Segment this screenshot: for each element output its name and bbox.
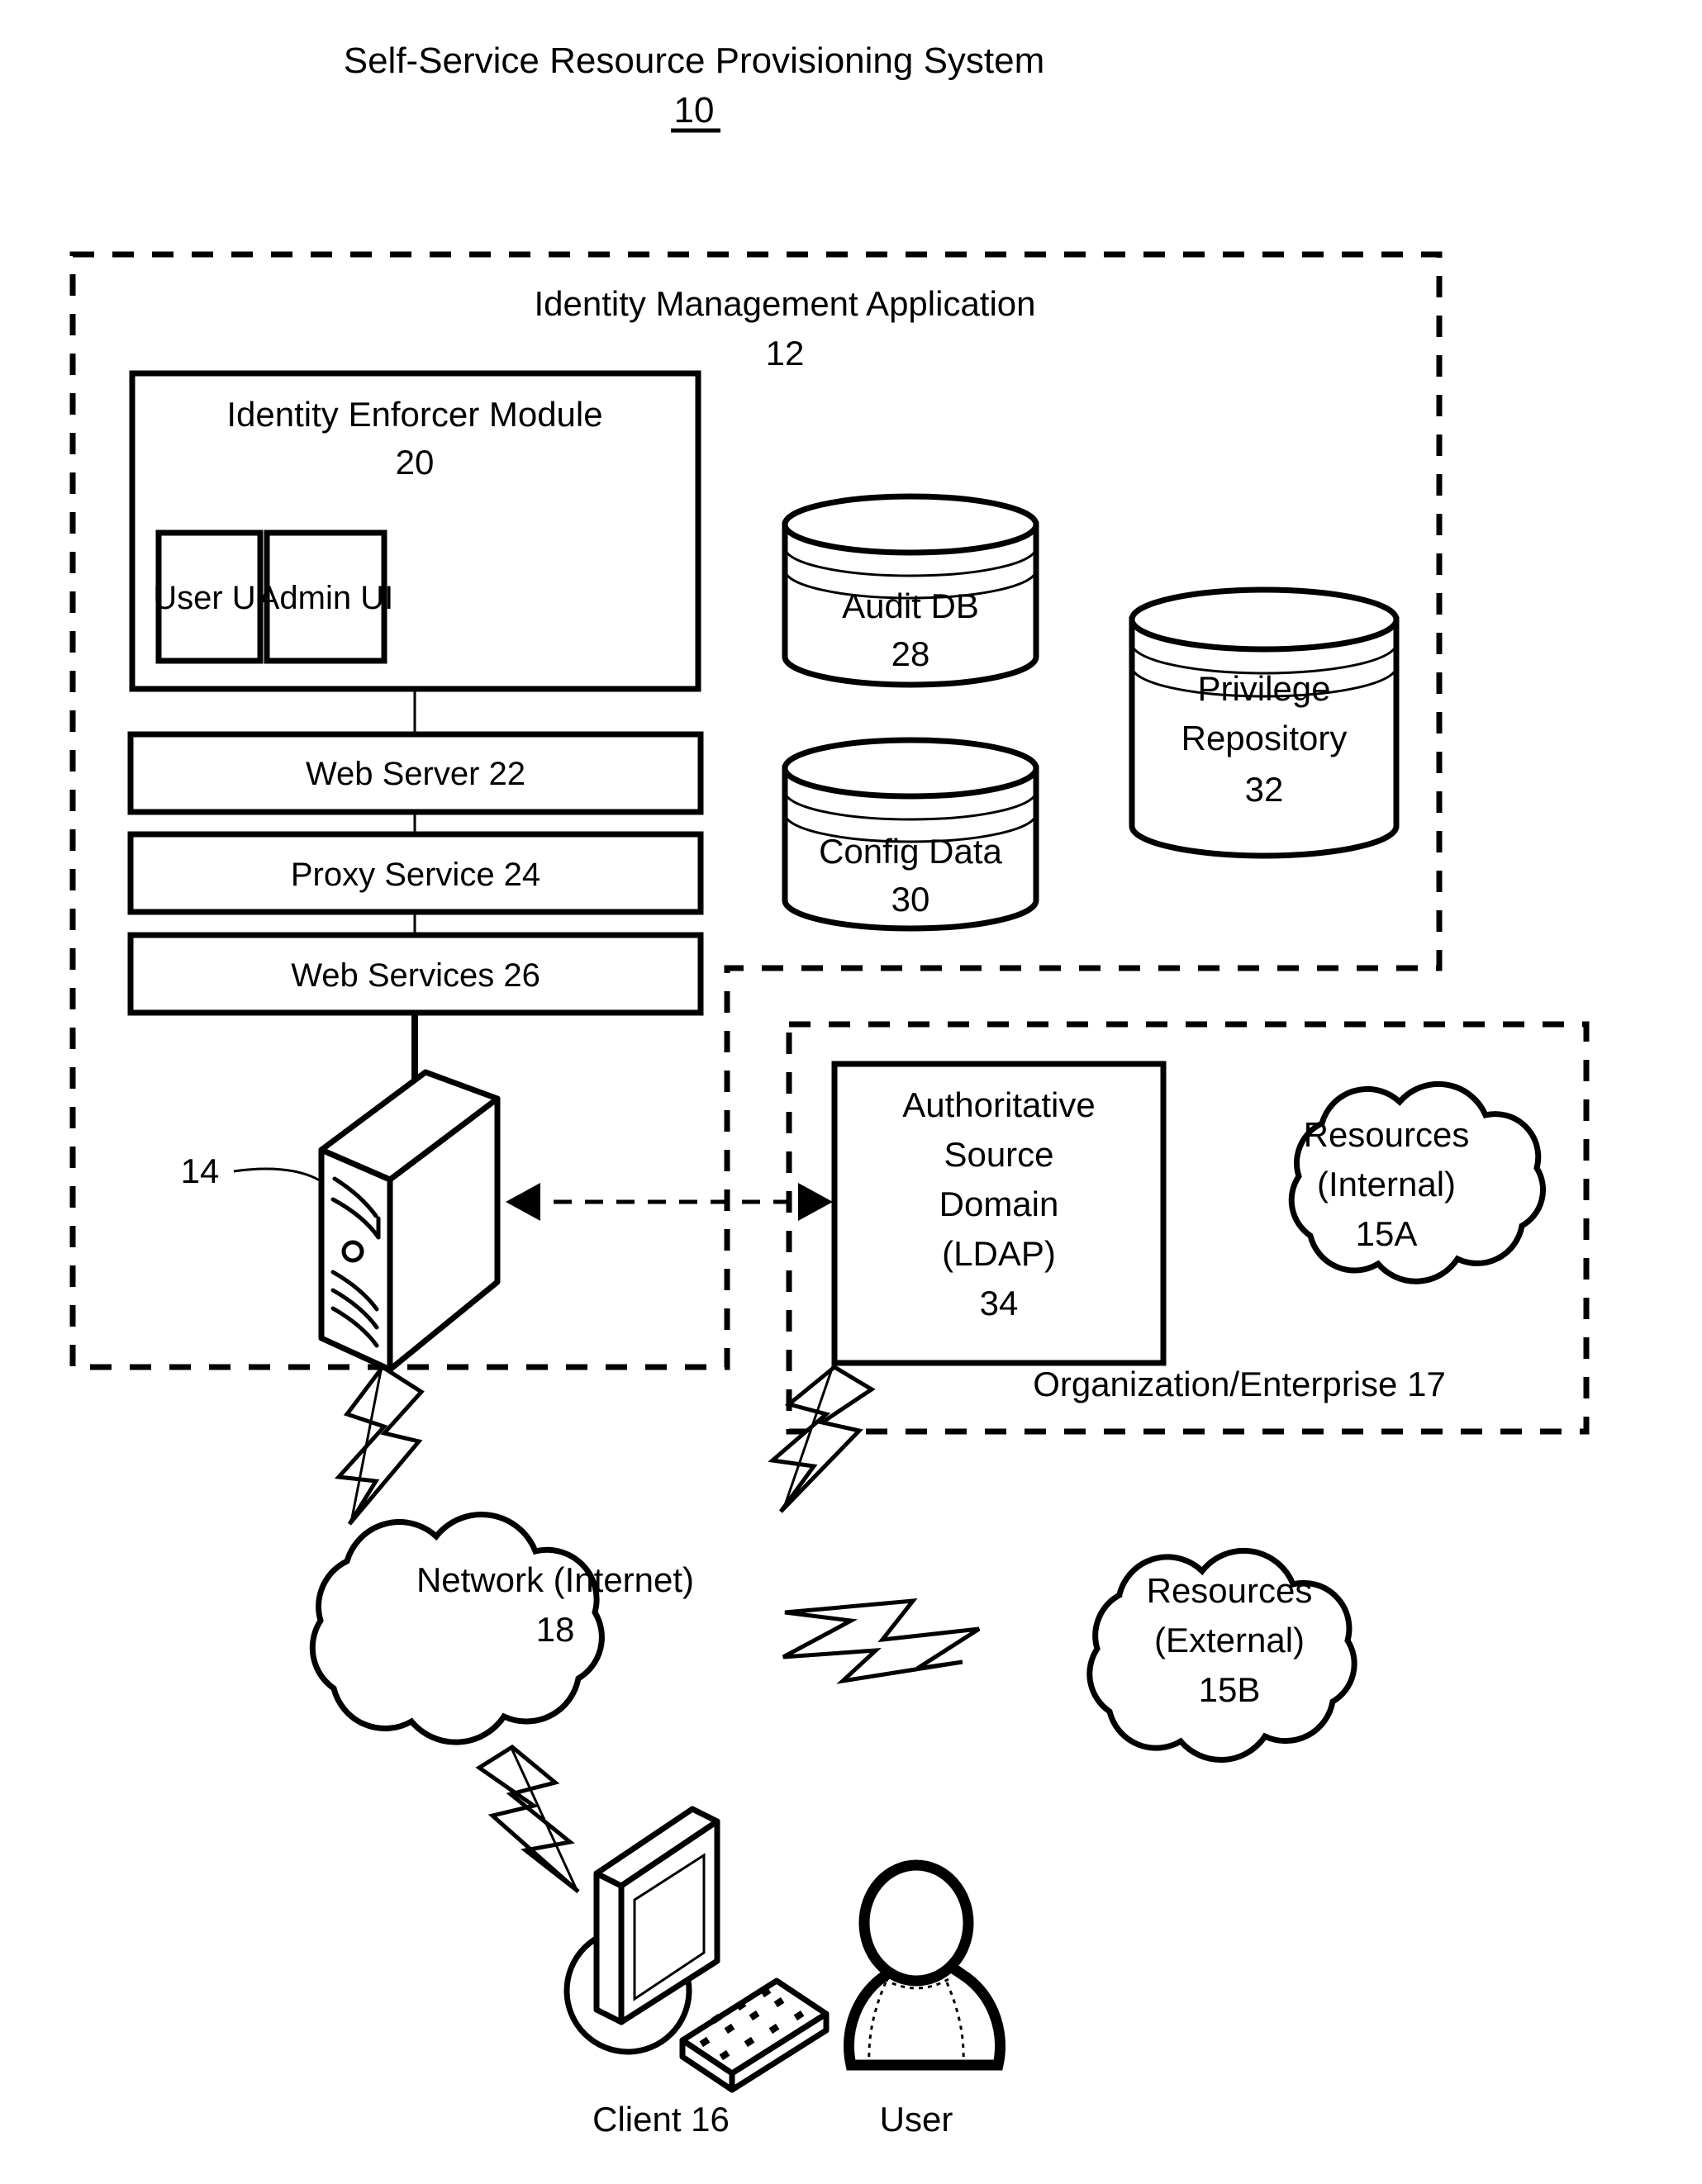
privilege-repository-ref: 32 [1245, 770, 1284, 809]
web-server-label: Web Server 22 [306, 756, 525, 792]
client-label: Client 16 [592, 2100, 730, 2139]
network-ref: 18 [536, 1610, 575, 1649]
organization-enterprise-label: Organization/Enterprise 17 [1033, 1365, 1446, 1403]
audit-db-ref: 28 [891, 634, 930, 673]
identity-enforcer-module-label: Identity Enforcer Module [226, 395, 602, 434]
config-data-label: Config Data [819, 832, 1002, 871]
authoritative-source-line1: Authoritative [902, 1085, 1095, 1124]
privilege-repository-label-line1: Privilege [1197, 669, 1330, 708]
web-services-label: Web Services 26 [291, 957, 540, 994]
config-data-ref: 30 [891, 880, 930, 919]
authoritative-source-line2: Source [944, 1135, 1053, 1174]
identity-management-application-label: Identity Management Application [534, 284, 1035, 323]
resources-internal-line2: (Internal) [1317, 1165, 1456, 1204]
user-head [858, 1859, 974, 1987]
figure-canvas: Self-Service Resource Provisioning Syste… [0, 0, 1702, 2184]
figure-title-ref: 10 [674, 90, 715, 131]
resources-internal-line1: Resources [1304, 1115, 1470, 1154]
user-label: User [880, 2100, 953, 2139]
user-ui-label: User UI [153, 580, 265, 616]
resources-external-ref: 15B [1199, 1670, 1261, 1709]
authoritative-source-line3: Domain [939, 1185, 1059, 1223]
resources-internal-ref: 15A [1356, 1214, 1418, 1253]
patent-figure-svg: Self-Service Resource Provisioning Syste… [0, 0, 1702, 2184]
identity-management-application-ref: 12 [766, 334, 805, 373]
resources-external-line2: (External) [1154, 1621, 1305, 1659]
admin-ui-label: Admin UI [258, 580, 394, 616]
authoritative-source-ref: 34 [980, 1284, 1019, 1322]
server-ref-14: 14 [181, 1151, 220, 1190]
privilege-repository-label-line2: Repository [1181, 719, 1348, 757]
network-label: Network (Internet) [416, 1560, 694, 1599]
audit-db-label: Audit DB [842, 586, 979, 625]
identity-enforcer-module-ref: 20 [396, 443, 435, 482]
resources-external-line1: Resources [1147, 1571, 1313, 1610]
authoritative-source-line4: (LDAP) [942, 1234, 1056, 1273]
proxy-service-label: Proxy Service 24 [291, 857, 540, 893]
figure-title: Self-Service Resource Provisioning Syste… [344, 40, 1045, 81]
